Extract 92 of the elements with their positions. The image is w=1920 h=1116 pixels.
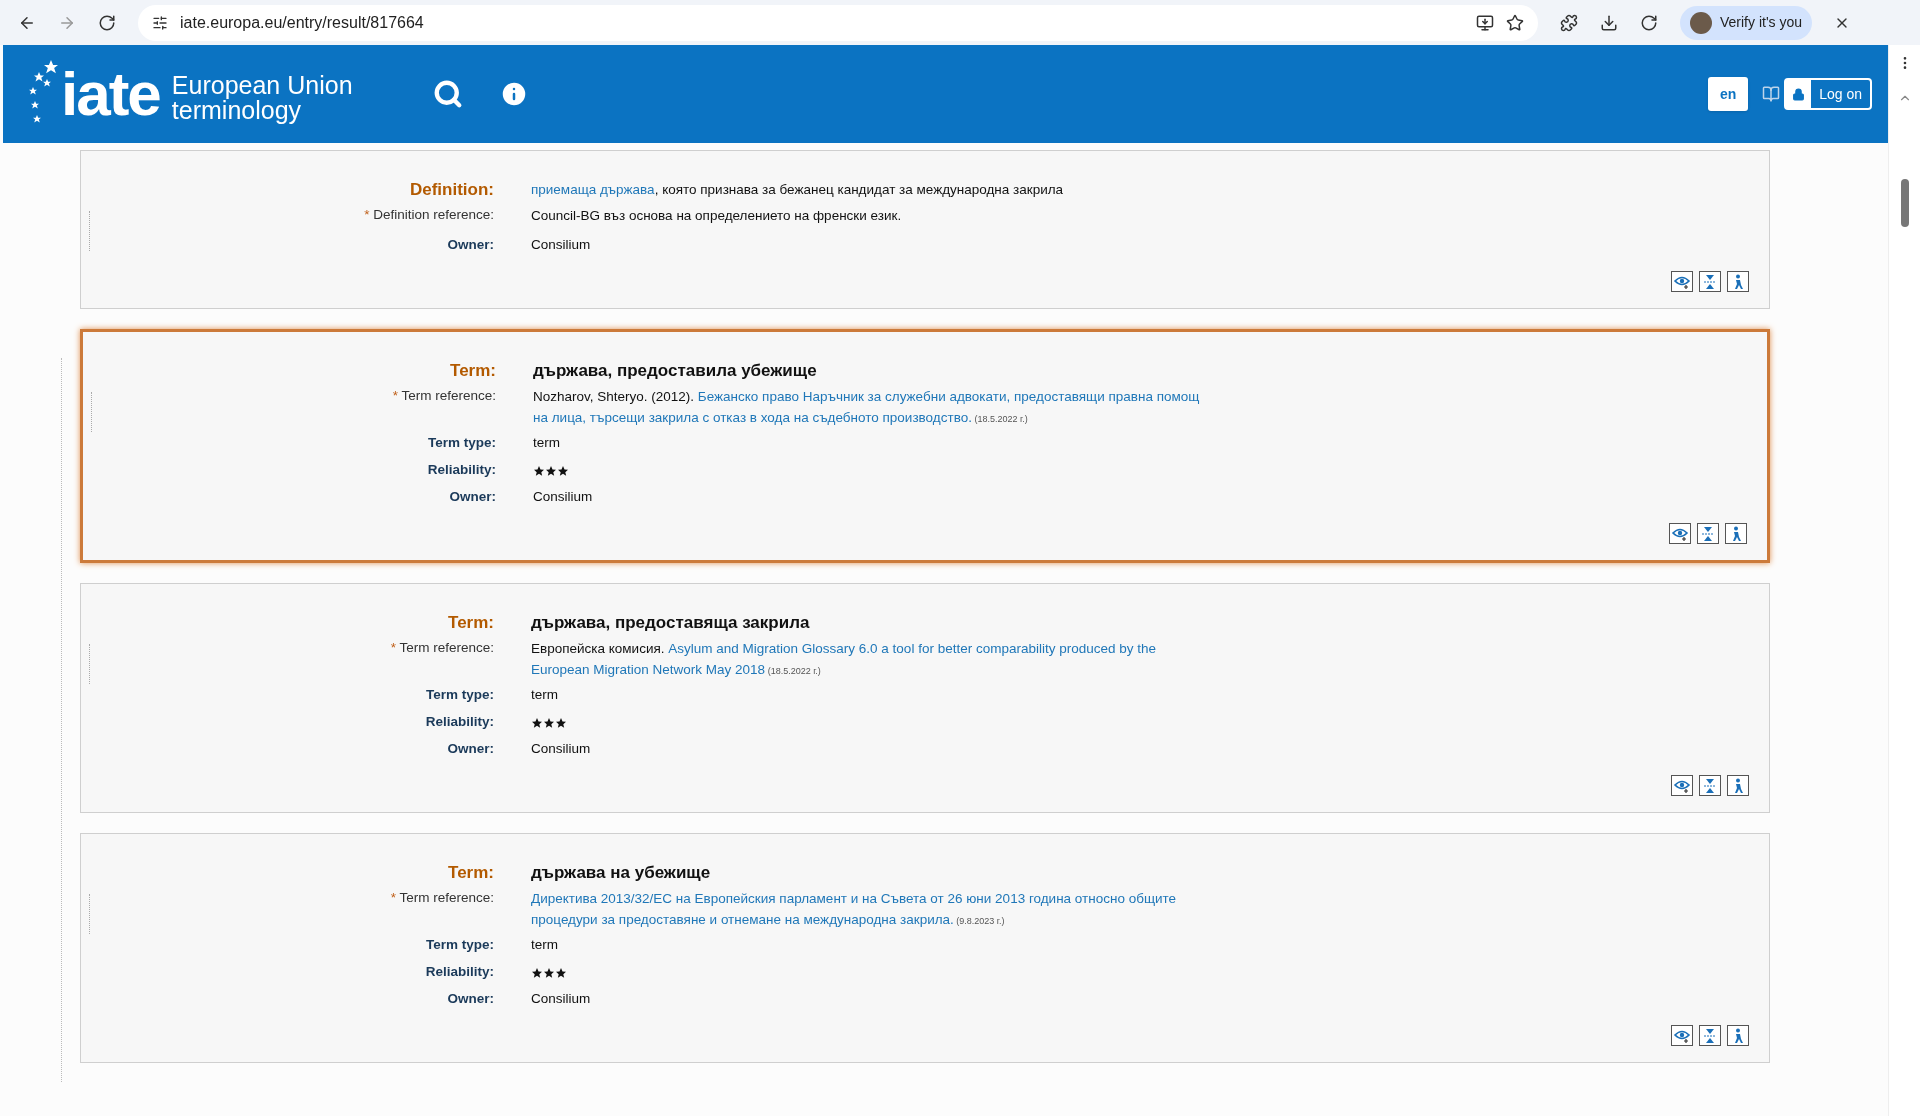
sync-icon[interactable] [1640, 13, 1658, 32]
reference-link[interactable]: Бежанско право Наръчник за служебни адвокати, предоставящи правна помощ [697, 389, 1200, 404]
field-label: Owner: [449, 489, 496, 505]
download-icon[interactable] [1600, 13, 1618, 32]
logo-text[interactable]: iate [61, 63, 160, 125]
view-more-button[interactable] [1671, 775, 1693, 796]
address-bar[interactable]: iate.europa.eu/entry/result/817664 [138, 4, 1538, 41]
star-icon [555, 966, 567, 979]
collapse-arrows-icon [1703, 1027, 1717, 1044]
star-icon [531, 966, 543, 979]
person-button[interactable] [1727, 1025, 1749, 1046]
person-icon [1733, 1027, 1743, 1044]
field-label: * Term reference: [392, 388, 496, 403]
definition-link[interactable]: приемаща държава [531, 181, 655, 197]
star-icon [531, 716, 543, 729]
reference-link[interactable]: на лица, търсещи закрила с отказ в хода на съдебното производство. [533, 410, 972, 425]
collapse-arrows-icon [1701, 525, 1715, 542]
person-icon [1733, 777, 1743, 794]
field-value: Consilium [533, 488, 593, 507]
login-button[interactable]: Log on [1784, 78, 1872, 110]
view-more-button[interactable] [1671, 1025, 1693, 1046]
term-text: държава, предоставила убежище [533, 360, 817, 383]
field-value: Consilium [531, 236, 591, 255]
person-button[interactable] [1725, 523, 1747, 544]
collapse-button[interactable] [1699, 271, 1721, 292]
star-icon [543, 966, 555, 979]
reference-link[interactable]: European Migration Network May 2018 [531, 662, 766, 677]
profile-button[interactable]: Verify it's you [1680, 5, 1813, 40]
field-value: Consilium [531, 990, 591, 1009]
collapse-button[interactable] [1697, 523, 1719, 544]
bookmark-star-icon[interactable] [1506, 13, 1524, 32]
collapse-button[interactable] [1699, 1025, 1721, 1046]
reference-text: Council-BG въз основа на определението на френски език. [531, 207, 902, 225]
field-label: Owner: [447, 741, 494, 757]
view-more-button[interactable] [1671, 271, 1693, 292]
star-icon [533, 464, 545, 477]
scroll-thumb[interactable] [1900, 179, 1909, 227]
reference-text: Nozharov, Shteryo. (2012). Бежанско право Наръчник за служебни адвокати, предоставящи правна помощ на лица, търсещи закрила с отказ в хода на съдебното производство. (18.5.2022 г.) [533, 388, 1200, 427]
site-settings-icon[interactable] [152, 14, 168, 31]
reference-link[interactable]: процедури за предоставяне и отнемане на международна закрила. [531, 912, 954, 927]
star-icon [545, 464, 557, 477]
person-button[interactable] [1727, 271, 1749, 292]
search-icon[interactable] [432, 79, 463, 109]
eye-plus-icon [1672, 526, 1688, 541]
reload-icon[interactable] [98, 13, 116, 32]
field-label: Reliability: [425, 714, 494, 730]
collapse-arrows-icon [1703, 273, 1717, 290]
field-label: Term type: [426, 937, 494, 953]
star-icon [555, 716, 567, 729]
entry-label: Term: [448, 613, 494, 633]
extensions-icon[interactable] [1560, 13, 1578, 32]
entry-label: Definition: [409, 180, 494, 200]
field-label: Owner: [447, 237, 494, 253]
collapse-arrows-icon [1703, 777, 1717, 794]
term-text: държава на убежище [531, 862, 711, 885]
eye-plus-icon [1674, 274, 1690, 289]
eye-plus-icon [1674, 1028, 1690, 1043]
field-label: Reliability: [427, 462, 496, 478]
avatar-icon [1690, 11, 1712, 34]
lock-icon [1792, 87, 1806, 101]
reference-link[interactable]: Asylum and Migration Glossary 6.0 a tool for better comparability produced by the [668, 641, 1156, 656]
field-label: Reliability: [425, 964, 494, 980]
term-text: държава, предоставяща закрила [531, 612, 810, 635]
eye-plus-icon [1674, 778, 1690, 793]
collapse-button[interactable] [1699, 775, 1721, 796]
field-value: Consilium [531, 740, 591, 759]
person-icon [1731, 525, 1741, 542]
url-text: iate.europa.eu/entry/result/817664 [180, 12, 424, 33]
field-label: * Definition reference: [364, 207, 494, 222]
language-button[interactable]: en [1708, 77, 1749, 111]
entry-label: Term: [448, 863, 494, 883]
field-label: * Term reference: [390, 890, 494, 905]
reference-link[interactable]: Директива 2013/32/ЕС на Европейския парламент и на Съвета от 26 юни 2013 година относно общите [531, 891, 1177, 906]
field-label: Term type: [428, 435, 496, 451]
reference-text: Европейска комисия. Asylum and Migration Glossary 6.0 a tool for better comparability produced by the European Migration Network May 2018 (18.5.2022 г.) [531, 640, 1156, 679]
star-icon [543, 716, 555, 729]
field-value: term [533, 434, 560, 453]
reference-text: Директива 2013/32/ЕС на Европейския парламент и на Съвета от 26 юни 2013 година относно общите процедури за предоставяне и отнемане на международна закрила. (9.8.2023 г.) [531, 890, 1177, 929]
definition-text: приемаща държава, която признава за бежанец кандидат за международна закрила [531, 180, 1064, 199]
field-value: term [531, 936, 558, 955]
view-more-button[interactable] [1669, 523, 1691, 544]
field-label: * Term reference: [390, 640, 494, 655]
star-icon [557, 464, 569, 477]
field-label: Term type: [426, 687, 494, 703]
field-label: Owner: [447, 991, 494, 1007]
entry-label: Term: [450, 361, 496, 381]
install-icon[interactable] [1476, 13, 1494, 32]
person-button[interactable] [1727, 775, 1749, 796]
book-icon[interactable] [1762, 85, 1781, 103]
person-icon [1733, 273, 1743, 290]
field-value: term [531, 686, 558, 705]
logo-subtitle: terminology [171, 98, 303, 123]
